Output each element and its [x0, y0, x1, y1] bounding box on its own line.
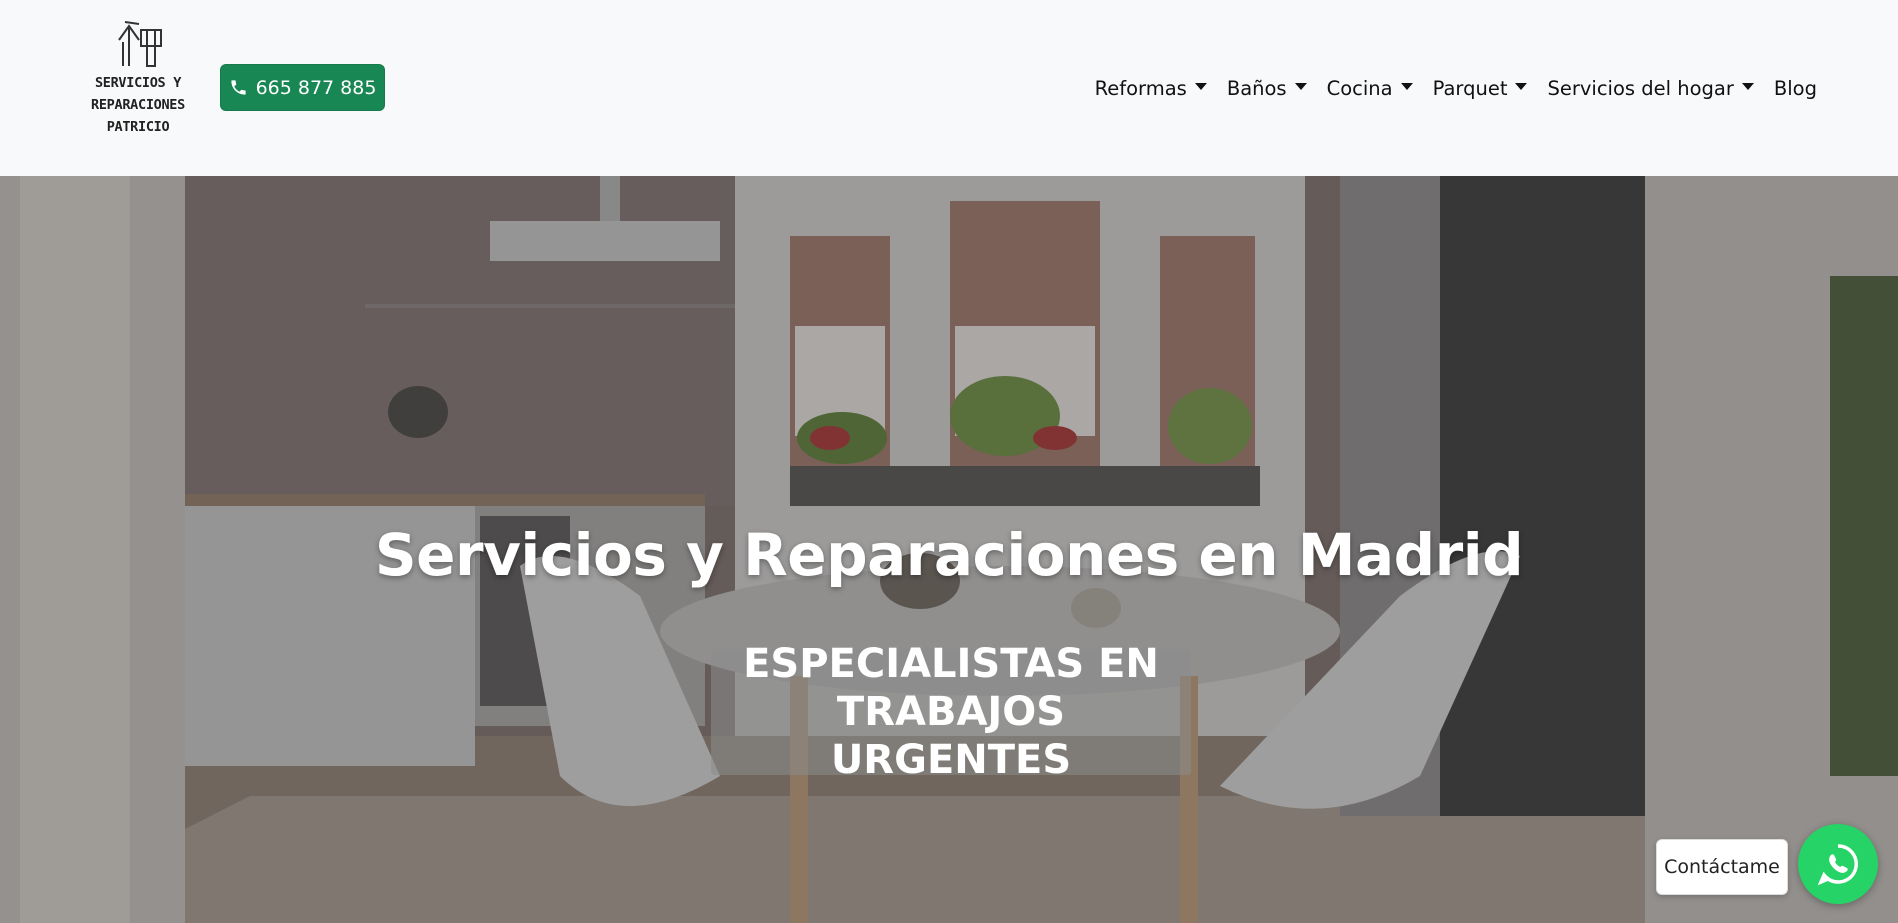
navbar: SERVICIOS Y REPARACIONES PATRICIO 665 87… — [0, 0, 1898, 176]
brand-line-1: SERVICIOS Y — [94, 75, 182, 91]
brand-line-3: PATRICIO — [106, 119, 170, 135]
brand-line-2: REPARACIONES — [91, 97, 185, 113]
whatsapp-icon — [1817, 844, 1858, 886]
contact-label: Contáctame — [1664, 856, 1780, 878]
nav-item-reformas[interactable]: Reformas — [1085, 77, 1217, 100]
caret-down-icon — [1294, 82, 1307, 90]
nav-item-cocina[interactable]: Cocina — [1317, 77, 1423, 100]
hero-badge-text: ESPECIALISTAS EN TRABAJOS URGENTES — [743, 641, 1159, 783]
contact-button[interactable]: Contáctame — [1656, 839, 1788, 895]
whatsapp-button[interactable] — [1798, 824, 1878, 904]
nav-label: Parquet — [1432, 76, 1508, 100]
caret-down-icon — [1741, 82, 1754, 90]
nav-item-banos[interactable]: Baños — [1217, 77, 1317, 100]
caret-down-icon — [1400, 82, 1413, 90]
phone-button[interactable]: 665 877 885 — [220, 64, 385, 111]
nav-item-blog[interactable]: Blog — [1764, 77, 1817, 100]
hero-section: Servicios y Reparaciones en Madrid ESPEC… — [0, 176, 1898, 923]
nav-label: Blog — [1773, 76, 1817, 100]
nav-label: Servicios del hogar — [1547, 76, 1734, 100]
brand-logo[interactable]: SERVICIOS Y REPARACIONES PATRICIO — [78, 20, 198, 142]
caret-down-icon — [1515, 82, 1528, 90]
nav-label: Cocina — [1326, 76, 1393, 100]
caret-down-icon — [1194, 82, 1207, 90]
nav-label: Baños — [1226, 76, 1287, 100]
hero-title: Servicios y Reparaciones en Madrid — [374, 521, 1524, 589]
main-nav: Reformas Baños Cocina Parquet Servicios … — [1085, 74, 1817, 102]
phone-icon — [230, 80, 246, 95]
nav-item-parquet[interactable]: Parquet — [1423, 77, 1538, 100]
nav-label: Reformas — [1094, 76, 1187, 100]
phone-label: 665 877 885 — [255, 76, 377, 99]
nav-item-servicios-hogar[interactable]: Servicios del hogar — [1537, 77, 1763, 100]
tools-icon — [118, 21, 162, 67]
hero-badge: ESPECIALISTAS EN TRABAJOS URGENTES — [711, 641, 1191, 783]
